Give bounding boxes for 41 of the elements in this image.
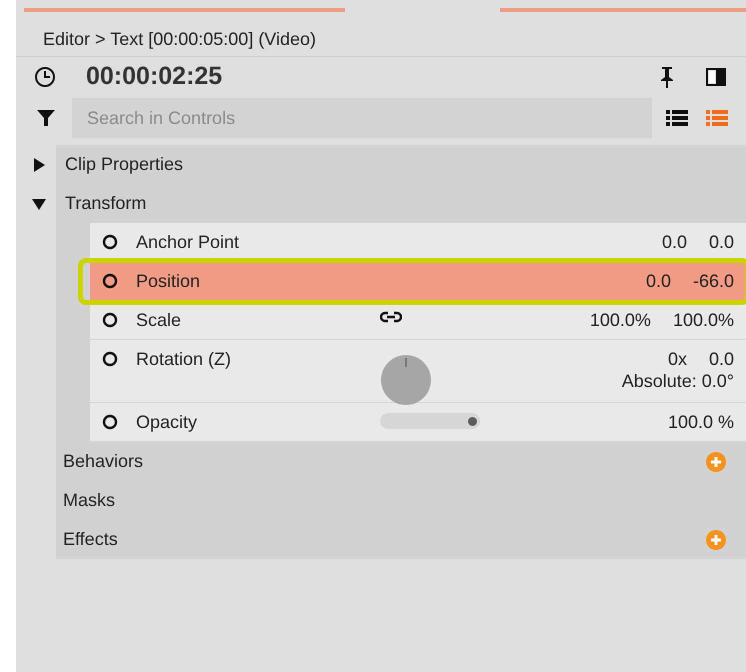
opacity-slider[interactable] [380, 413, 480, 429]
property-row[interactable]: Opacity 100.0 % [90, 403, 746, 442]
property-label: Scale [136, 308, 182, 332]
property-label: Opacity [136, 410, 198, 434]
clock-icon [34, 66, 56, 88]
property-value[interactable]: 0.0 [646, 268, 671, 294]
filter-icon[interactable] [36, 108, 56, 128]
property-row[interactable]: Rotation (Z) 0x 0.0 Absolute: 0.0° [90, 340, 746, 403]
property-value[interactable]: 0.0 [708, 346, 734, 372]
property-label: Position [136, 270, 200, 292]
section-header[interactable]: Behaviors [56, 442, 746, 481]
property-value[interactable]: 100.0% [590, 306, 651, 334]
group-header[interactable]: Transform [56, 184, 746, 223]
keyframe-circle-icon[interactable] [102, 414, 118, 430]
keyframe-circle-icon[interactable] [102, 273, 118, 289]
section-header[interactable]: Masks [56, 481, 746, 520]
property-value[interactable]: -66.0 [692, 268, 734, 294]
keyframe-circle-icon[interactable] [102, 351, 118, 367]
group-header[interactable]: Clip Properties [56, 145, 746, 184]
property-value[interactable]: 0x [668, 346, 687, 372]
expand-triangle-icon[interactable] [32, 158, 46, 172]
property-label: Anchor Point [136, 230, 240, 254]
search-field[interactable]: Search in Controls [72, 98, 652, 138]
slider-thumb[interactable] [468, 417, 477, 426]
breadcrumb: Editor > Text [00:00:05:00] (Video) [43, 28, 316, 51]
split-panel-icon[interactable] [706, 68, 726, 86]
property-value[interactable]: 0.0 [708, 228, 734, 256]
property-value[interactable]: 100.0 % [668, 408, 734, 436]
pin-icon[interactable] [660, 66, 674, 88]
section-header[interactable]: Effects [56, 520, 746, 559]
link-icon[interactable] [380, 311, 402, 323]
property-label: Rotation (Z) [136, 348, 232, 371]
list-view-icon[interactable] [666, 109, 688, 127]
keyframe-circle-icon[interactable] [102, 234, 118, 250]
property-row-selected[interactable]: Position 0.0 -66.0 [90, 262, 746, 301]
timecode[interactable]: 00:00:02:25 [86, 58, 222, 96]
absolute-rotation-value: Absolute: 0.0° [622, 370, 734, 392]
collapse-triangle-icon[interactable] [32, 196, 46, 210]
keyframe-circle-icon[interactable] [102, 312, 118, 328]
property-value[interactable]: 100.0% [672, 306, 734, 334]
property-value[interactable]: 0.0 [662, 228, 687, 256]
